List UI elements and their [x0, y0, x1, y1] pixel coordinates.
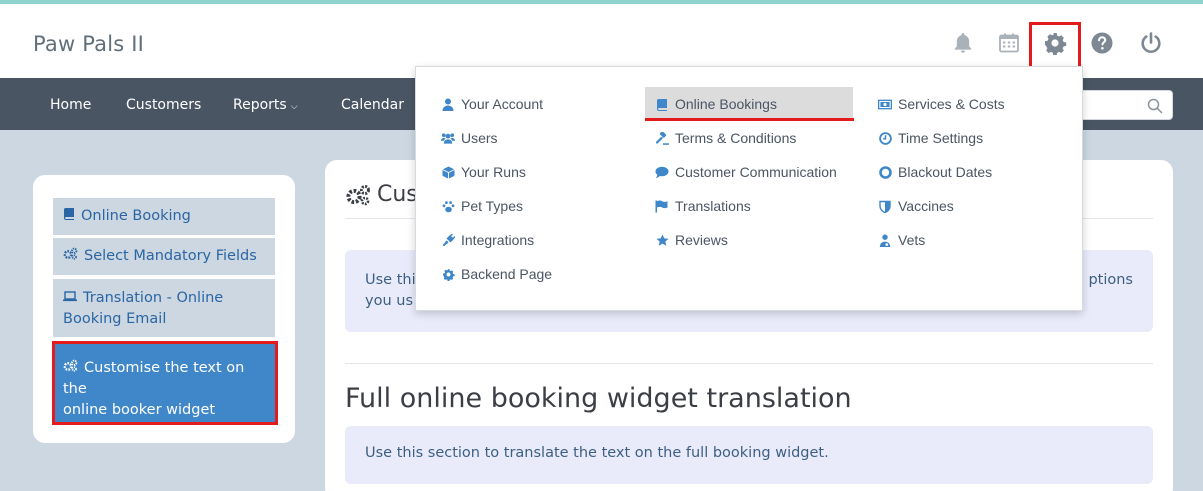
menu-item-label: Translations: [675, 198, 751, 214]
sidebar-item-label-line2: Booking Email: [63, 311, 167, 327]
nav-calendar[interactable]: Calendar: [341, 97, 404, 113]
page-title-text: Cus: [377, 182, 418, 207]
sidebar-item-online-booking[interactable]: Online Booking: [53, 198, 275, 235]
sidebar-item-mandatory-fields[interactable]: Select Mandatory Fields: [53, 238, 275, 275]
book-icon: [655, 97, 669, 111]
info-box-full-widget: Use this section to translate the text o…: [345, 426, 1153, 484]
menu-item-reviews[interactable]: Reviews: [655, 223, 853, 257]
info-text-line2: you us: [365, 293, 413, 309]
calendar-icon[interactable]: [996, 30, 1022, 56]
help-icon[interactable]: [1089, 30, 1115, 56]
active-item-highlight-box: [52, 341, 278, 425]
page-title: Cus: [345, 182, 418, 207]
flag-icon: [655, 199, 669, 213]
gavel-icon: [655, 131, 669, 145]
section-title: Full online booking widget translation: [345, 383, 852, 414]
menu-item-label: Reviews: [675, 232, 728, 248]
sidebar-item-translation-email[interactable]: Translation - Online Booking Email: [53, 279, 275, 337]
user-icon: [441, 97, 455, 111]
paw-icon: [441, 199, 455, 213]
nav-customers[interactable]: Customers: [126, 97, 201, 113]
book-icon: [63, 206, 75, 227]
sidebar-item-label: Select Mandatory Fields: [84, 248, 257, 264]
menu-item-online-bookings[interactable]: Online Bookings: [645, 87, 853, 121]
menu-item-backend-page[interactable]: Backend Page: [441, 257, 552, 291]
sidebar-label-text: Translation - Online: [83, 290, 224, 306]
search-icon: [1147, 98, 1163, 114]
doctor-icon: [878, 233, 892, 247]
menu-item-time-settings[interactable]: Time Settings: [878, 121, 1005, 155]
settings-dropdown-menu: Your Account Users Your Runs Pet Types I…: [415, 66, 1083, 311]
nav-reports-label: Reports: [233, 97, 287, 113]
dropdown-column-3: Services & Costs Time Settings Blackout …: [878, 87, 1005, 257]
menu-item-label: Your Account: [461, 96, 543, 112]
info-text-line1: Use thi: [365, 272, 416, 288]
divider: [345, 363, 1153, 364]
cogs-icon: [63, 246, 78, 267]
sidebar-item-label-line1: Translation - Online: [63, 290, 223, 306]
menu-item-blackout-dates[interactable]: Blackout Dates: [878, 155, 1005, 189]
users-icon: [441, 131, 455, 145]
sidebar-item-label: Online Booking: [81, 208, 191, 224]
menu-item-customer-communication[interactable]: Customer Communication: [655, 155, 853, 189]
star-icon: [655, 233, 669, 247]
search-input[interactable]: [1070, 90, 1173, 120]
info-text: Use this section to translate the text o…: [365, 445, 829, 461]
menu-item-label: Your Runs: [461, 164, 526, 180]
gear-icon: [441, 267, 455, 281]
chevron-down-icon: ⌵: [290, 102, 298, 112]
shield-icon: [878, 199, 892, 213]
menu-item-label: Customer Communication: [675, 164, 837, 180]
nav-home[interactable]: Home: [50, 97, 91, 113]
menu-item-vaccines[interactable]: Vaccines: [878, 189, 1005, 223]
dropdown-column-1: Your Account Users Your Runs Pet Types I…: [441, 87, 552, 291]
menu-item-translations[interactable]: Translations: [655, 189, 853, 223]
app-title[interactable]: Paw Pals II: [33, 32, 144, 56]
power-icon[interactable]: [1138, 30, 1164, 56]
selected-item-underline: [645, 118, 854, 121]
menu-item-label: Vets: [898, 232, 926, 248]
dropdown-column-2: Online Bookings Terms & Conditions Custo…: [645, 87, 853, 257]
bell-icon[interactable]: [950, 30, 976, 56]
menu-item-label: Users: [461, 130, 498, 146]
menu-item-services-costs[interactable]: Services & Costs: [878, 87, 1005, 121]
sidebar-panel: Online Booking Select Mandatory Fields T…: [33, 175, 295, 443]
menu-item-your-runs[interactable]: Your Runs: [441, 155, 552, 189]
cogs-icon: [346, 184, 370, 205]
clock-icon: [878, 131, 892, 145]
menu-item-users[interactable]: Users: [441, 121, 552, 155]
menu-item-your-account[interactable]: Your Account: [441, 87, 552, 121]
menu-item-label: Time Settings: [898, 130, 984, 146]
menu-item-label: Integrations: [461, 232, 535, 248]
laptop-icon: [63, 288, 77, 309]
menu-item-vets[interactable]: Vets: [878, 223, 1005, 257]
menu-item-label: Backend Page: [461, 266, 553, 282]
menu-item-label: Vaccines: [898, 198, 954, 214]
circle-dot-icon: [878, 165, 892, 179]
money-icon: [878, 97, 892, 111]
plug-icon: [441, 233, 455, 247]
cube-icon: [441, 165, 455, 179]
menu-item-label: Online Bookings: [675, 96, 777, 112]
nav-reports[interactable]: Reports ⌵: [233, 97, 298, 113]
menu-item-integrations[interactable]: Integrations: [441, 223, 552, 257]
menu-item-terms-conditions[interactable]: Terms & Conditions: [655, 121, 853, 155]
info-text-right: ptions: [1088, 272, 1133, 288]
menu-item-label: Blackout Dates: [898, 164, 993, 180]
menu-item-label: Pet Types: [461, 198, 524, 214]
menu-item-label: Terms & Conditions: [675, 130, 797, 146]
comment-icon: [655, 165, 669, 179]
settings-highlight-box: [1029, 22, 1081, 70]
menu-item-label: Services & Costs: [898, 96, 1005, 112]
menu-item-pet-types[interactable]: Pet Types: [441, 189, 552, 223]
